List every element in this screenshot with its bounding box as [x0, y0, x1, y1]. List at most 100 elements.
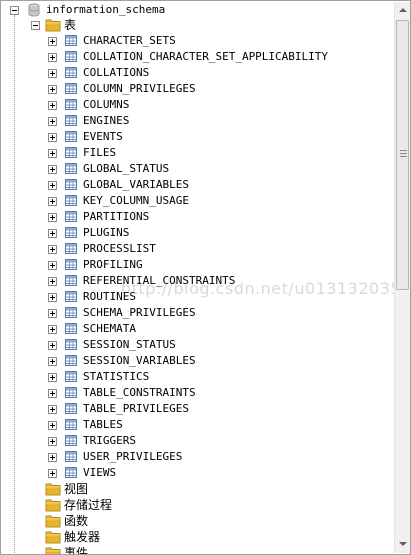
scroll-down-button[interactable]	[395, 536, 410, 553]
table-icon	[65, 291, 77, 302]
expand-toggle[interactable]	[48, 293, 57, 302]
folder-icon	[45, 531, 61, 544]
expand-toggle[interactable]	[48, 53, 57, 62]
expand-toggle[interactable]	[48, 181, 57, 190]
table-label: TABLES	[83, 418, 123, 431]
table-label: COLLATIONS	[83, 66, 150, 79]
expand-toggle[interactable]	[48, 421, 57, 430]
table-icon	[65, 259, 77, 270]
table-icon	[65, 227, 77, 238]
grip-line	[400, 150, 407, 151]
expand-toggle[interactable]	[48, 437, 57, 446]
folder-icon	[45, 547, 61, 554]
collapse-toggle[interactable]	[10, 6, 19, 15]
expand-toggle[interactable]	[48, 69, 57, 78]
expand-toggle[interactable]	[48, 117, 57, 126]
scroll-up-button[interactable]	[395, 2, 410, 19]
tables-folder-label: 表	[64, 18, 77, 32]
table-icon	[65, 131, 77, 142]
table-icon	[65, 99, 77, 110]
expand-toggle[interactable]	[48, 101, 57, 110]
folder-icon	[45, 499, 61, 512]
table-label: EVENTS	[83, 130, 123, 143]
expand-toggle[interactable]	[48, 197, 57, 206]
table-label: CHARACTER_SETS	[83, 34, 176, 47]
expand-toggle[interactable]	[48, 325, 57, 334]
table-label: TABLE_PRIVILEGES	[83, 402, 189, 415]
expand-toggle[interactable]	[48, 149, 57, 158]
table-label: PARTITIONS	[83, 210, 150, 223]
table-label: PROFILING	[83, 258, 143, 271]
expand-toggle[interactable]	[48, 213, 57, 222]
folder-icon	[45, 515, 61, 528]
table-icon	[65, 115, 77, 126]
folder-label: 函数	[64, 514, 89, 528]
table-icon	[65, 179, 77, 190]
expand-toggle[interactable]	[48, 389, 57, 398]
table-icon	[65, 435, 77, 446]
table-icon	[65, 51, 77, 62]
expand-toggle[interactable]	[48, 405, 57, 414]
table-label: COLUMNS	[83, 98, 130, 111]
expand-toggle[interactable]	[48, 85, 57, 94]
expand-toggle[interactable]	[48, 453, 57, 462]
folder-label: 触发器	[64, 530, 101, 544]
expand-toggle[interactable]	[48, 357, 57, 366]
folder-icon	[45, 19, 61, 32]
table-label: GLOBAL_VARIABLES	[83, 178, 189, 191]
arrow-down-icon	[399, 542, 407, 546]
table-icon	[65, 419, 77, 430]
expand-toggle[interactable]	[48, 341, 57, 350]
table-icon	[65, 83, 77, 94]
table-label: SCHEMA_PRIVILEGES	[83, 306, 196, 319]
table-label: SCHEMATA	[83, 322, 136, 335]
folder-icon	[45, 483, 61, 496]
table-label: TRIGGERS	[83, 434, 136, 447]
table-label: FILES	[83, 146, 117, 159]
table-icon	[65, 467, 77, 478]
table-icon	[65, 307, 77, 318]
table-icon	[65, 403, 77, 414]
folder-label: 存储过程	[64, 498, 113, 512]
table-icon	[65, 387, 77, 398]
grip-line	[400, 156, 407, 157]
expand-toggle[interactable]	[48, 373, 57, 382]
expand-toggle[interactable]	[48, 133, 57, 142]
collapse-toggle[interactable]	[31, 21, 40, 30]
table-label: ENGINES	[83, 114, 130, 127]
scroll-thumb[interactable]	[396, 20, 409, 290]
database-label: information_schema	[46, 3, 166, 16]
arrow-up-icon	[399, 8, 407, 12]
table-label: PLUGINS	[83, 226, 130, 239]
table-label: TABLE_CONSTRAINTS	[83, 386, 196, 399]
table-label: COLLATION_CHARACTER_SET_APPLICABILITY	[83, 50, 329, 63]
table-label: STATISTICS	[83, 370, 150, 383]
table-icon	[65, 67, 77, 78]
table-icon	[65, 163, 77, 174]
table-label: SESSION_VARIABLES	[83, 354, 196, 367]
table-label: KEY_COLUMN_USAGE	[83, 194, 189, 207]
folder-label: 事件	[64, 546, 89, 555]
expand-toggle[interactable]	[48, 165, 57, 174]
table-icon	[65, 275, 77, 286]
table-icon	[65, 35, 77, 46]
expand-toggle[interactable]	[48, 469, 57, 478]
database-icon	[28, 3, 40, 17]
table-icon	[65, 355, 77, 366]
folder-label: 视图	[64, 482, 89, 496]
table-icon	[65, 339, 77, 350]
vertical-scrollbar[interactable]	[394, 2, 410, 553]
expand-toggle[interactable]	[48, 261, 57, 270]
object-explorer-tree: information_schema 表 CHARACTER_SETS COLLATI…	[0, 0, 411, 555]
table-icon	[65, 243, 77, 254]
table-label: PROCESSLIST	[83, 242, 156, 255]
table-icon	[65, 211, 77, 222]
table-icon	[65, 451, 77, 462]
expand-toggle[interactable]	[48, 229, 57, 238]
expand-toggle[interactable]	[48, 37, 57, 46]
tree-connector	[14, 15, 15, 554]
table-label: GLOBAL_STATUS	[83, 162, 170, 175]
expand-toggle[interactable]	[48, 245, 57, 254]
expand-toggle[interactable]	[48, 277, 57, 286]
expand-toggle[interactable]	[48, 309, 57, 318]
